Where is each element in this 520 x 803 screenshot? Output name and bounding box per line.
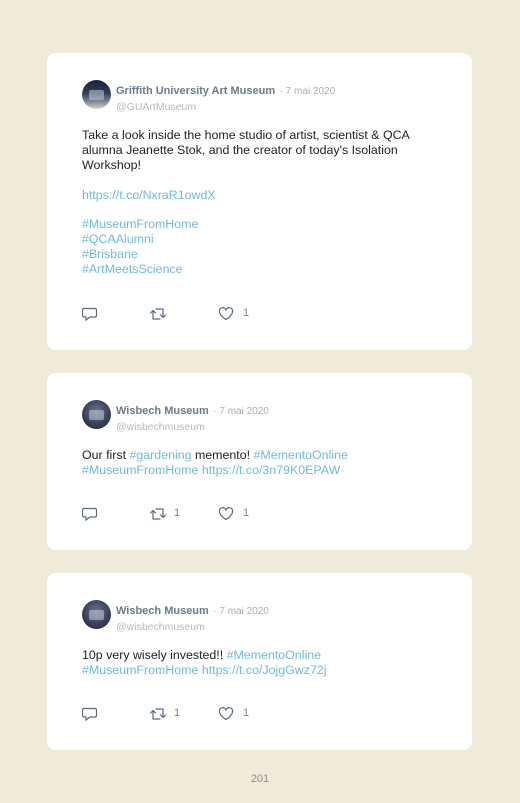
tweet-text-line: alumna Jeanette Stok, and the creator of…: [82, 143, 398, 157]
reply-icon: [82, 307, 98, 321]
like-icon: [218, 507, 234, 521]
tweet-text-span: 10p very wisely invested!!: [82, 648, 227, 662]
tweet-text-line: Our first #gardening memento! #MementoOn…: [82, 448, 448, 463]
tweet-text-line: #MuseumFromHome https://t.co/3n79K0EPAW: [82, 463, 448, 478]
hashtag-link[interactable]: #Brisbane: [82, 247, 448, 262]
retweet-icon: [149, 308, 167, 320]
like-count: 1: [243, 507, 250, 519]
tweet-text-line: Workshop!: [82, 158, 141, 172]
hashtag-link[interactable]: #MementoOnline: [254, 448, 348, 462]
retweet-icon: [149, 708, 167, 720]
tweet-link[interactable]: https://t.co/3n79K0EPAW: [202, 463, 340, 477]
author-handle[interactable]: @GUArtMuseum: [116, 101, 335, 113]
like-icon: [218, 707, 234, 721]
avatar[interactable]: [82, 600, 111, 629]
tweet-actions: 1 1: [82, 506, 448, 522]
hashtag-link[interactable]: #MementoOnline: [227, 648, 321, 662]
hashtag-link[interactable]: #ArtMeetsScience: [82, 262, 448, 277]
author-name[interactable]: Wisbech Museum: [116, 405, 209, 417]
tweet-date[interactable]: · 7 mai 2020: [280, 86, 336, 97]
tweet-date[interactable]: · 7 mai 2020: [213, 606, 269, 617]
author-handle[interactable]: @wisbechmuseum: [116, 621, 269, 633]
like-count: 1: [243, 307, 250, 319]
tweet-actions: 1 1: [82, 706, 448, 722]
retweet-count: 1: [174, 707, 181, 719]
tweet-text-line: #MuseumFromHome https://t.co/JojgGwz72j: [82, 663, 448, 678]
retweet-count: 1: [174, 507, 181, 519]
page-number: 201: [250, 773, 270, 785]
hashtag-link[interactable]: #MuseumFromHome: [82, 663, 198, 677]
author-name[interactable]: Wisbech Museum: [116, 605, 209, 617]
tweet-text-span: Our first: [82, 448, 130, 462]
author-name[interactable]: Griffith University Art Museum: [116, 85, 275, 97]
retweet-icon: [149, 508, 167, 520]
like-icon: [218, 307, 234, 321]
tweet-date[interactable]: · 7 mai 2020: [213, 406, 269, 417]
tweet-text-span: memento!: [191, 448, 254, 462]
tweet-link[interactable]: https://t.co/NxraR1owdX: [82, 188, 448, 203]
tweet-card: Wisbech Museum · 7 mai 2020 @wisbechmuse…: [47, 573, 472, 750]
tweet-card: Wisbech Museum · 7 mai 2020 @wisbechmuse…: [47, 373, 472, 550]
hashtag-link[interactable]: #gardening: [130, 448, 192, 462]
tweet-card: Griffith University Art Museum · 7 mai 2…: [47, 53, 472, 350]
tweet-link[interactable]: https://t.co/JojgGwz72j: [202, 663, 327, 677]
tweet-text: 10p very wisely invested!! #MementoOnlin…: [82, 648, 448, 678]
author-handle[interactable]: @wisbechmuseum: [116, 421, 269, 433]
tweet-text-line: 10p very wisely invested!! #MementoOnlin…: [82, 648, 448, 663]
avatar[interactable]: [82, 400, 111, 429]
tweet-text: Take a look inside the home studio of ar…: [82, 128, 448, 277]
tweet-actions: 1: [82, 306, 448, 322]
avatar[interactable]: [82, 80, 111, 109]
reply-icon: [82, 507, 98, 521]
like-count: 1: [243, 707, 250, 719]
tweet-text: Our first #gardening memento! #MementoOn…: [82, 448, 448, 478]
tweet-text-line: Take a look inside the home studio of ar…: [82, 128, 410, 142]
hashtag-link[interactable]: #QCAAlumni: [82, 232, 448, 247]
hashtag-link[interactable]: #MuseumFromHome: [82, 217, 448, 232]
reply-icon: [82, 707, 98, 721]
hashtag-link[interactable]: #MuseumFromHome: [82, 463, 198, 477]
